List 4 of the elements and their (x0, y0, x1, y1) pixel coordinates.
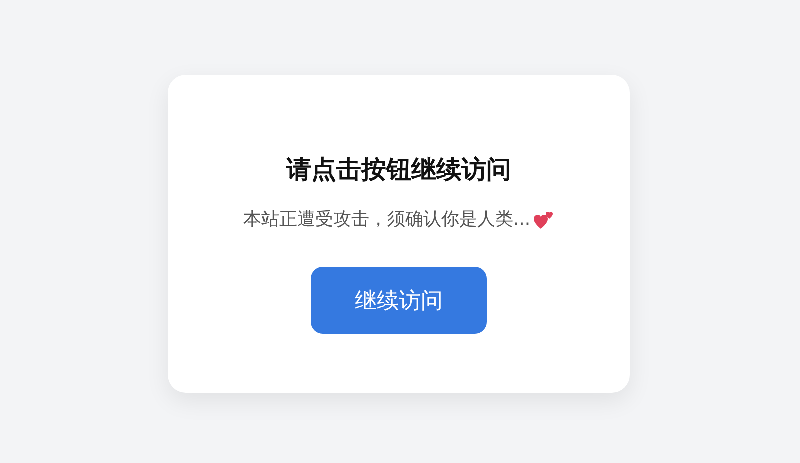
hearts-icon (532, 209, 555, 231)
dialog-message: 本站正遭受攻击，须确认你是人类... (243, 208, 531, 232)
dialog-title: 请点击按钮继续访问 (286, 154, 512, 186)
continue-button[interactable]: 继续访问 (311, 267, 487, 334)
